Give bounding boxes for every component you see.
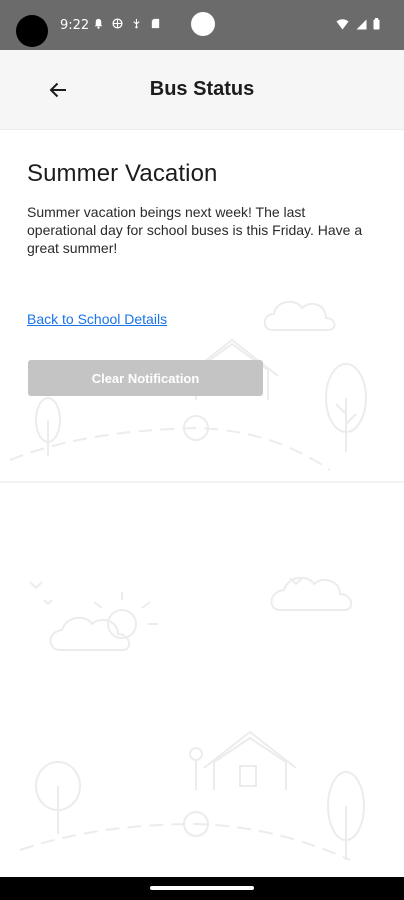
usb-icon [133, 18, 140, 29]
page-title: Bus Status [149, 78, 255, 100]
app-bar: Bus Status [0, 50, 404, 130]
wifi-icon [336, 18, 349, 29]
status-time: 9:22 [60, 18, 90, 33]
home-gesture-handle[interactable] [150, 886, 254, 890]
status-center-indicator [191, 12, 215, 36]
cell-signal-icon [356, 19, 367, 29]
notification-bell-icon [94, 18, 103, 29]
sd-card-icon [151, 18, 160, 29]
notice-title: Summer Vacation [27, 160, 218, 187]
notice-body: Summer vacation beings next week! The la… [27, 204, 363, 256]
vpn-globe-icon [112, 18, 123, 29]
status-icons-left [93, 18, 161, 29]
front-camera [16, 15, 48, 47]
status-icons-right [336, 18, 380, 30]
status-bar: 9:22 [0, 0, 404, 50]
system-nav-bar [0, 877, 404, 900]
clear-notification-button[interactable]: Clear Notification [28, 360, 263, 396]
back-to-school-details-link[interactable]: Back to School Details [27, 311, 167, 327]
battery-icon [373, 18, 380, 30]
notice-card: Summer Vacation Summer vacation beings n… [27, 160, 377, 257]
